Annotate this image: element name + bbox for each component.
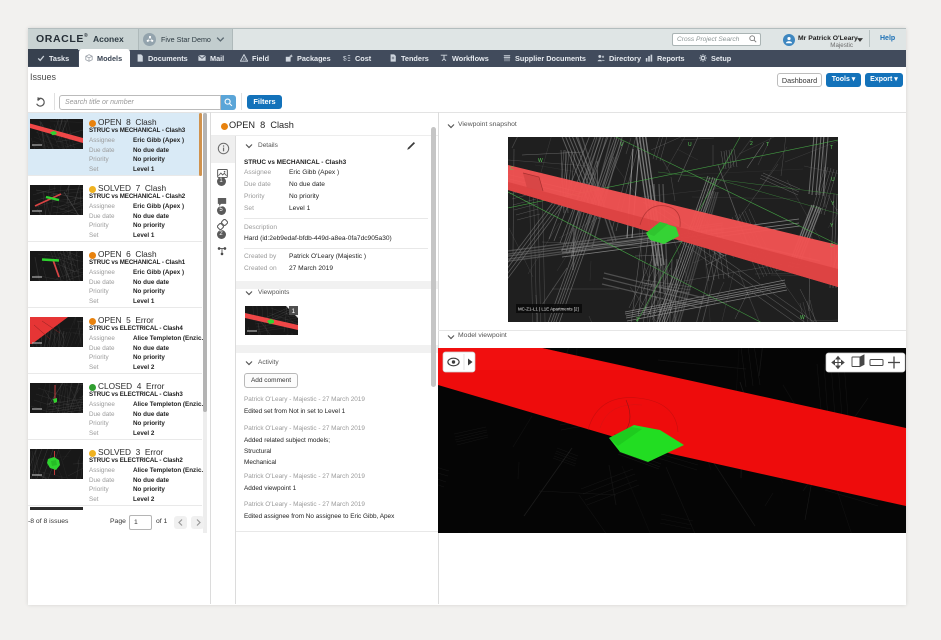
svg-text:2: 2	[750, 141, 753, 147]
svg-text:U: U	[688, 142, 692, 148]
svg-text:2: 2	[636, 317, 639, 322]
svg-text:C: C	[830, 243, 834, 249]
svg-text:W: W	[538, 158, 543, 164]
svg-text:U: U	[831, 177, 835, 183]
svg-text:1: 1	[292, 308, 296, 315]
svg-text:$: $	[343, 55, 347, 62]
svg-text:W: W	[800, 315, 805, 321]
svg-text:T: T	[766, 142, 769, 148]
svg-text:C: C	[510, 166, 514, 172]
svg-text:MC-Z1-L1 | L1E Apartments [2]: MC-Z1-L1 | L1E Apartments [2]	[518, 307, 579, 312]
svg-text:T: T	[830, 145, 833, 151]
